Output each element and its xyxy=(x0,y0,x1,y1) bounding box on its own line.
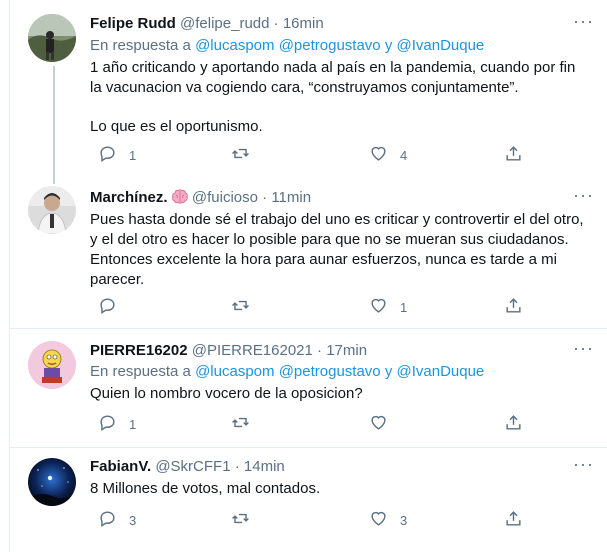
avatar-pierre[interactable] xyxy=(28,341,76,389)
reply-count: 1 xyxy=(129,416,137,432)
more-options-icon[interactable]: ··· xyxy=(573,339,593,363)
like-count: 4 xyxy=(400,147,408,163)
more-options-icon[interactable]: ··· xyxy=(573,186,593,210)
tweet-1[interactable]: Felipe Rudd @felipe_rudd · 16min ··· En … xyxy=(10,0,607,186)
like-count: 1 xyxy=(400,299,408,315)
heart-icon xyxy=(369,413,388,435)
share-icon xyxy=(504,144,523,166)
tweet-text-line: Pues hasta donde sé el trabajo del uno e… xyxy=(90,211,584,288)
share-icon xyxy=(504,296,523,318)
timestamp[interactable]: 14min xyxy=(244,458,285,475)
user-handle[interactable]: @PIERRE162021 xyxy=(192,342,313,359)
avatar-fabian[interactable] xyxy=(28,458,76,506)
tweet-header: Marchínez. @fuicioso · 11min xyxy=(90,188,311,210)
tweet-2[interactable]: Marchínez. @fuicioso · 11min ··· Pues ha… xyxy=(10,186,607,328)
tweet-3[interactable]: PIERRE16202 @PIERRE162021 · 17min ··· En… xyxy=(10,329,607,450)
mention-link[interactable]: @petrogustavo xyxy=(279,37,381,54)
timeline: Felipe Rudd @felipe_rudd · 16min ··· En … xyxy=(9,0,607,552)
share-button[interactable] xyxy=(504,145,523,165)
tweet-text: Quien lo nombro vocero de la oposicion? xyxy=(90,384,590,404)
reply-prefix: En respuesta a xyxy=(90,363,191,380)
reply-count: 3 xyxy=(129,512,137,528)
tweet-actions: 1 xyxy=(90,414,530,434)
share-button[interactable] xyxy=(504,510,523,530)
retweet-icon xyxy=(231,509,250,531)
reply-button[interactable] xyxy=(98,297,129,317)
display-name[interactable]: FabianV. xyxy=(90,458,151,475)
separator-dot: · xyxy=(262,189,268,206)
retweet-button[interactable] xyxy=(231,297,262,317)
retweet-icon xyxy=(231,296,250,318)
mention-joiner[interactable]: y xyxy=(385,37,393,54)
retweet-icon xyxy=(231,413,250,435)
heart-icon xyxy=(369,144,388,166)
share-icon xyxy=(504,413,523,435)
share-button[interactable] xyxy=(504,414,523,434)
tweet-text: Pues hasta donde sé el trabajo del uno e… xyxy=(90,210,590,290)
display-name[interactable]: Marchínez. xyxy=(90,189,168,206)
avatar-felipe[interactable] xyxy=(28,14,76,62)
display-name[interactable]: Felipe Rudd xyxy=(90,15,176,32)
tweet-text-line: 1 año criticando y aportando nada al paí… xyxy=(90,59,576,96)
user-handle[interactable]: @felipe_rudd xyxy=(180,15,269,32)
reply-icon xyxy=(98,509,117,531)
user-handle[interactable]: @SkrCFF1 xyxy=(155,458,230,475)
mention-joiner[interactable]: y xyxy=(385,363,393,380)
brain-emoji xyxy=(171,189,188,210)
reply-button[interactable]: 1 xyxy=(98,145,136,165)
tweet-actions: 1 4 xyxy=(90,145,530,165)
avatar-marchinez[interactable] xyxy=(28,186,76,234)
reply-icon xyxy=(98,296,117,318)
tweet-actions: 1 xyxy=(90,297,530,317)
tweet-text-line: Lo que es el oportunismo. xyxy=(90,118,263,135)
retweet-button[interactable] xyxy=(231,510,262,530)
display-name[interactable]: PIERRE16202 xyxy=(90,342,188,359)
reply-button[interactable]: 1 xyxy=(98,414,136,434)
separator-dot: · xyxy=(317,342,323,359)
user-handle[interactable]: @fuicioso xyxy=(192,189,258,206)
retweet-button[interactable] xyxy=(231,414,262,434)
like-button[interactable]: 1 xyxy=(369,297,407,317)
like-button[interactable] xyxy=(369,414,400,434)
tweet-header: FabianV. @SkrCFF1 · 14min xyxy=(90,457,285,477)
tweet-header: PIERRE16202 @PIERRE162021 · 17min xyxy=(90,341,367,361)
tweet-4[interactable]: FabianV. @SkrCFF1 · 14min ··· 8 Millones… xyxy=(10,448,607,552)
separator-dot: · xyxy=(273,15,279,32)
mention-link[interactable]: @petrogustavo xyxy=(279,363,381,380)
tweet-actions: 3 3 xyxy=(90,510,530,530)
tweet-text: 8 Millones de votos, mal contados. xyxy=(90,479,590,499)
reply-button[interactable]: 3 xyxy=(98,510,136,530)
mention-link[interactable]: @IvanDuque xyxy=(396,363,484,380)
heart-icon xyxy=(369,509,388,531)
like-button[interactable]: 4 xyxy=(369,145,407,165)
timestamp[interactable]: 16min xyxy=(283,15,324,32)
more-options-icon[interactable]: ··· xyxy=(573,12,593,36)
tweet-header: Felipe Rudd @felipe_rudd · 16min xyxy=(90,14,324,34)
timestamp[interactable]: 17min xyxy=(326,342,367,359)
more-options-icon[interactable]: ··· xyxy=(573,455,593,479)
like-button[interactable]: 3 xyxy=(369,510,407,530)
reply-icon xyxy=(98,413,117,435)
tweet-text-line: 8 Millones de votos, mal contados. xyxy=(90,480,321,497)
retweet-icon xyxy=(231,144,250,166)
like-count: 3 xyxy=(400,512,408,528)
reply-context: En respuesta a @lucaspom @petrogustavo y… xyxy=(90,36,484,56)
mention-link[interactable]: @lucaspom xyxy=(195,37,274,54)
mention-link[interactable]: @IvanDuque xyxy=(396,37,484,54)
tweet-text-line: Quien lo nombro vocero de la oposicion? xyxy=(90,385,363,402)
separator-dot: · xyxy=(234,458,240,475)
heart-icon xyxy=(369,296,388,318)
reply-context: En respuesta a @lucaspom @petrogustavo y… xyxy=(90,362,484,382)
tweet-text: 1 año criticando y aportando nada al paí… xyxy=(90,58,590,137)
mention-link[interactable]: @lucaspom xyxy=(195,363,274,380)
retweet-button[interactable] xyxy=(231,145,262,165)
reply-count: 1 xyxy=(129,147,137,163)
share-icon xyxy=(504,509,523,531)
reply-icon xyxy=(98,144,117,166)
timestamp[interactable]: 11min xyxy=(271,189,311,206)
reply-prefix: En respuesta a xyxy=(90,37,191,54)
share-button[interactable] xyxy=(504,297,523,317)
